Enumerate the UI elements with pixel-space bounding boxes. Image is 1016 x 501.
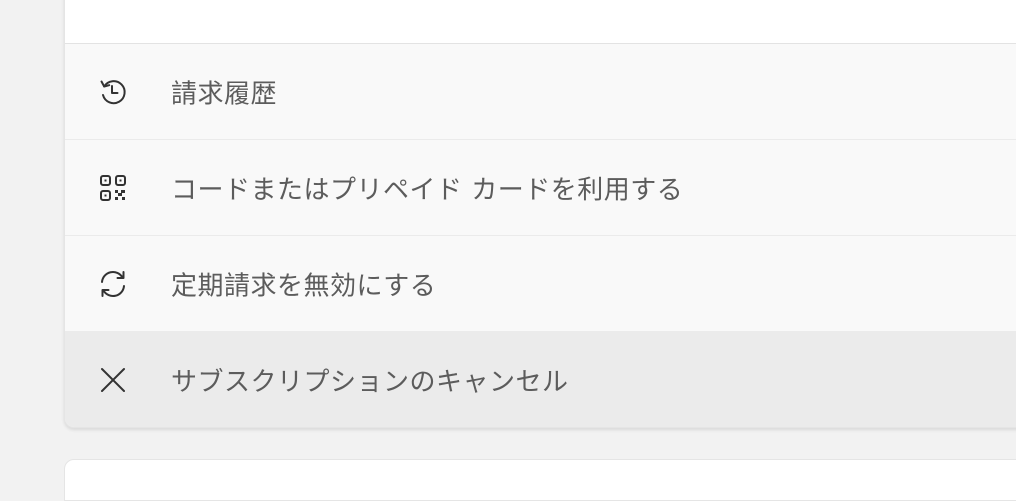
menu-item-label: コードまたはプリペイド カードを利用する (171, 175, 684, 205)
subscription-options-panel: 請求履歴 コードまたはプリペイド カードを利用する 定期請求を無効にする サブス… (64, 0, 1016, 428)
menu-item-label: サブスクリプションのキャンセル (171, 367, 569, 397)
next-card (64, 459, 1016, 501)
menu-item-disable-recurring-billing[interactable]: 定期請求を無効にする (65, 236, 1016, 332)
panel-header-area (65, 0, 1016, 44)
qr-code-icon (97, 172, 129, 204)
sync-icon (97, 268, 129, 300)
close-icon (97, 364, 129, 396)
menu-item-redeem-code[interactable]: コードまたはプリペイド カードを利用する (65, 140, 1016, 236)
menu-item-cancel-subscription[interactable]: サブスクリプションのキャンセル (65, 332, 1016, 427)
menu-item-label: 定期請求を無効にする (171, 271, 437, 301)
history-icon (97, 76, 129, 108)
menu-item-label: 請求履歴 (171, 79, 278, 109)
menu-item-billing-history[interactable]: 請求履歴 (65, 44, 1016, 140)
